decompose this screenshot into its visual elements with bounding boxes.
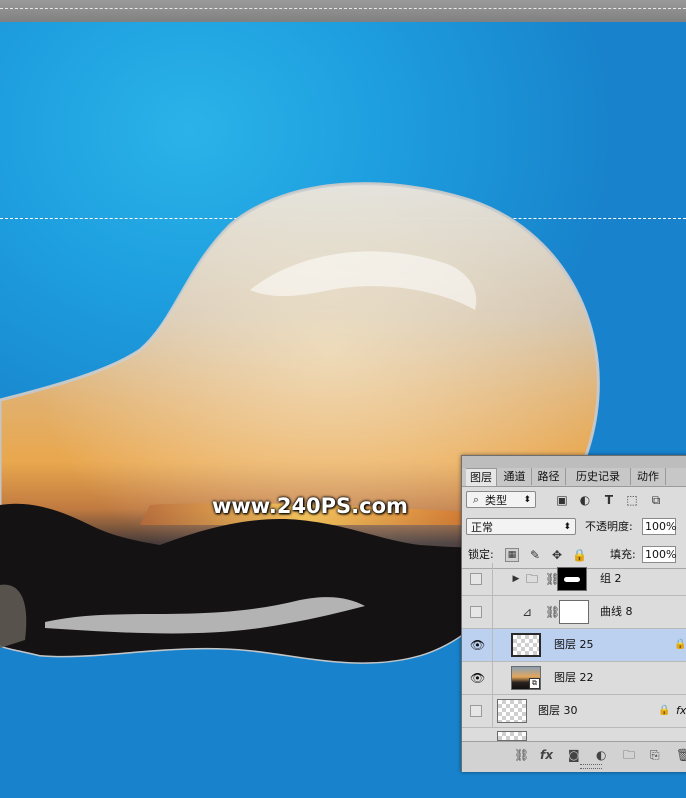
mask-shape	[564, 577, 580, 582]
chain-link-icon[interactable]: ⛓	[545, 572, 560, 586]
lock-all-icon[interactable]: 🔒	[572, 548, 587, 562]
fx-icon[interactable]: fx	[540, 748, 553, 762]
lock-icon: 🔒	[658, 705, 671, 716]
mask-icon[interactable]: ◙	[568, 748, 580, 762]
opacity-input[interactable]: 100%	[642, 518, 676, 535]
layer-name[interactable]: 图层 30	[538, 704, 578, 718]
eye-icon[interactable]: 👁	[470, 672, 485, 684]
visibility-toggle[interactable]	[470, 573, 482, 585]
layer-mask-thumbnail[interactable]	[557, 567, 587, 591]
layer-thumbnail[interactable]	[511, 633, 541, 657]
tab-channels[interactable]: 通道	[498, 468, 532, 485]
layers-panel[interactable]: 图层 通道 路径 历史记录 动作 ⌕ 类型 ⬍ ▣ ◐ T ⬚ ⧉ 正常 ⬍ 不…	[461, 455, 686, 772]
shape-filter-icon[interactable]: ⬚	[625, 493, 639, 507]
curves-adjustment-icon: ⊿	[521, 605, 533, 619]
lock-paint-brush-icon[interactable]: ✎	[528, 548, 542, 562]
type-filter-icon[interactable]: T	[602, 493, 616, 507]
trash-icon[interactable]: 🗑	[676, 748, 686, 762]
layer-row-layer-25[interactable]: 👁 图层 25 🔒	[462, 629, 686, 662]
chain-link-icon[interactable]: ⛓	[545, 605, 560, 619]
layer-mask-thumbnail[interactable]	[559, 600, 589, 624]
smart-object-badge-icon: ⧉	[529, 678, 540, 689]
layer-name[interactable]: 曲线 8	[600, 605, 633, 619]
image-filter-icon[interactable]: ▣	[555, 493, 569, 507]
smart-object-filter-icon[interactable]: ⧉	[649, 493, 663, 507]
tab-actions[interactable]: 动作	[631, 468, 666, 485]
divider	[492, 563, 493, 596]
lock-move-icon[interactable]: ✥	[550, 548, 564, 562]
resize-grip[interactable]	[580, 764, 602, 769]
panel-tabs: 图层 通道 路径 历史记录 动作	[462, 468, 686, 487]
layer-row-curves-8[interactable]: ⊿ ⛓ 曲线 8	[462, 596, 686, 629]
lock-label: 锁定:	[468, 548, 494, 561]
search-icon: ⌕	[472, 493, 480, 506]
panel-bottom-bar: ⛓ fx ◙ ◐ 🗀 ⎘ 🗑	[462, 741, 686, 772]
visibility-toggle[interactable]	[470, 705, 482, 717]
layer-row-layer-30[interactable]: 图层 30 🔒 fx	[462, 695, 686, 728]
tab-layers[interactable]: 图层	[466, 468, 497, 486]
new-layer-icon[interactable]: ⎘	[650, 748, 660, 762]
filter-row: ⌕ 类型 ⬍ ▣ ◐ T ⬚ ⧉	[462, 491, 686, 511]
tab-paths[interactable]: 路径	[532, 468, 566, 485]
divider	[492, 662, 493, 695]
eye-icon[interactable]: 👁	[470, 639, 485, 651]
tab-history[interactable]: 历史记录	[566, 468, 631, 485]
layer-thumbnail[interactable]	[497, 699, 527, 723]
folder-icon[interactable]: 🗀	[623, 748, 635, 762]
opacity-label: 不透明度:	[585, 520, 633, 533]
layer-thumbnail[interactable]	[497, 731, 527, 741]
layer-row-layer-22[interactable]: 👁 ⧉ 图层 22	[462, 662, 686, 695]
layer-row-partial[interactable]	[462, 728, 686, 741]
blend-mode-select[interactable]: 正常 ⬍	[466, 518, 576, 535]
layer-name[interactable]: 图层 25	[554, 638, 594, 652]
chevron-updown-icon: ⬍	[563, 522, 571, 532]
fill-input[interactable]: 100%	[642, 546, 676, 563]
adjustment-icon[interactable]: ◐	[596, 748, 606, 762]
blend-mode-value: 正常	[471, 521, 493, 534]
filter-kind-label: 类型	[485, 494, 507, 507]
layer-thumbnail[interactable]: ⧉	[511, 666, 541, 690]
layer-fx-badge[interactable]: fx	[676, 704, 686, 718]
divider	[492, 695, 493, 728]
link-icon[interactable]: ⛓	[514, 748, 529, 762]
filter-kind-select[interactable]: ⌕ 类型 ⬍	[466, 491, 536, 508]
layer-name[interactable]: 图层 22	[554, 671, 594, 685]
panel-title-bar[interactable]	[462, 456, 686, 468]
lock-icon: 🔒	[674, 639, 686, 650]
divider	[492, 596, 493, 629]
divider	[492, 629, 493, 662]
adjustment-filter-icon[interactable]: ◐	[578, 493, 592, 507]
disclosure-triangle-icon[interactable]: ▶	[511, 572, 521, 586]
layer-name[interactable]: 组 2	[600, 572, 622, 586]
layer-row-group-2[interactable]: ▶ 🗀 ⛓ 组 2	[462, 563, 686, 596]
watermark-text: www.240PS.com	[212, 494, 408, 518]
folder-icon: 🗀	[525, 572, 538, 586]
chevron-updown-icon: ⬍	[523, 495, 531, 505]
fill-label: 填充:	[610, 548, 636, 561]
lock-transparent-icon[interactable]: ▦	[505, 548, 519, 562]
visibility-toggle[interactable]	[470, 606, 482, 618]
blend-row: 正常 ⬍ 不透明度: 100%	[462, 518, 686, 538]
